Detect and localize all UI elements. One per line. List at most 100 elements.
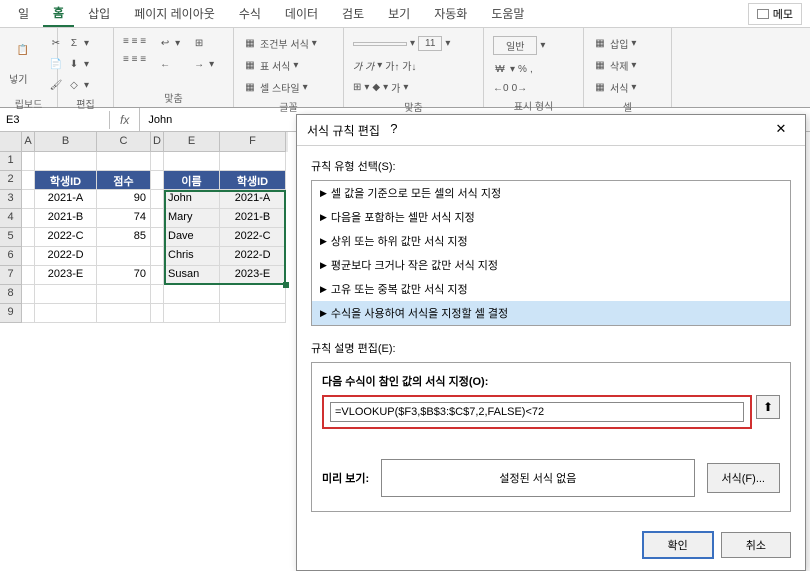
insert-cell-btn[interactable]: ▦삽입▾ [590, 34, 639, 53]
cell-f9[interactable] [220, 304, 286, 323]
table-format-btn[interactable]: ▦표 서식▾ [240, 56, 320, 75]
delete-cell-btn[interactable]: ▦삭제▾ [590, 56, 639, 75]
row-header-1[interactable]: 1 [0, 152, 22, 171]
clear-button[interactable]: ◇▾ [64, 76, 92, 94]
cell-f6[interactable]: 2022-D [220, 247, 286, 266]
cell-e9[interactable] [164, 304, 220, 323]
row-header-6[interactable]: 6 [0, 247, 22, 266]
row-header-8[interactable]: 8 [0, 285, 22, 304]
font-buttons[interactable]: 가 가 ▾ 가↑ 가↓ [350, 56, 453, 75]
memo-button[interactable]: 메모 [748, 3, 802, 25]
cell-style-btn[interactable]: ▦셀 스타일▾ [240, 78, 320, 97]
cell-b4[interactable]: 2021-B [35, 209, 97, 228]
cell-d8[interactable] [151, 285, 164, 304]
tab-data[interactable]: 데이터 [275, 1, 328, 26]
rule-type-item-4[interactable]: ▶고유 또는 중복 값만 서식 지정 [312, 277, 790, 301]
cell-e4[interactable]: Mary [164, 209, 220, 228]
rule-type-item-1[interactable]: ▶다음을 포함하는 셀만 서식 지정 [312, 205, 790, 229]
row-header-4[interactable]: 4 [0, 209, 22, 228]
range-select-button[interactable]: ⬆ [756, 395, 780, 419]
cell-c4[interactable]: 74 [97, 209, 151, 228]
cond-format-btn[interactable]: ▦조건부 서식▾ [240, 34, 320, 53]
tab-review[interactable]: 검토 [332, 1, 374, 26]
rule-formula-input[interactable] [330, 402, 744, 422]
cell-b3[interactable]: 2021-A [35, 190, 97, 209]
row-header-5[interactable]: 5 [0, 228, 22, 247]
fill-button[interactable]: ⬇▾ [64, 55, 92, 73]
format-cell-btn[interactable]: ▦서식▾ [590, 78, 639, 97]
dialog-help-button[interactable]: ? [380, 121, 408, 139]
tab-home[interactable]: 홈 [43, 0, 74, 27]
cell-f4[interactable]: 2021-B [220, 209, 286, 228]
tab-file[interactable]: 일 [8, 1, 39, 26]
cell-d5[interactable] [151, 228, 164, 247]
cell-a9[interactable] [22, 304, 35, 323]
cell-c7[interactable]: 70 [97, 266, 151, 285]
cell-a7[interactable] [22, 266, 35, 285]
cell-a5[interactable] [22, 228, 35, 247]
cell-e1[interactable] [164, 152, 220, 171]
align-left[interactable]: ≡ ≡ ≡ [120, 52, 149, 67]
tab-page-layout[interactable]: 페이지 레이아웃 [124, 1, 225, 26]
selection-handle[interactable] [283, 282, 289, 288]
cell-f2[interactable]: 학생ID [220, 171, 286, 190]
rule-type-item-5[interactable]: ▶수식을 사용하여 서식을 지정할 셀 결정 [312, 301, 790, 325]
cell-e5[interactable]: Dave [164, 228, 220, 247]
cell-b5[interactable]: 2022-C [35, 228, 97, 247]
decimal-btn[interactable]: ←0 0→ [490, 81, 548, 96]
col-header-e[interactable]: E [164, 132, 220, 152]
cell-c1[interactable] [97, 152, 151, 171]
cell-d6[interactable] [151, 247, 164, 266]
cell-e6[interactable]: Chris [164, 247, 220, 266]
paste-button[interactable]: 📋 [6, 34, 40, 66]
dialog-close-button[interactable]: ✕ [767, 121, 795, 139]
tab-formulas[interactable]: 수식 [229, 1, 271, 26]
cell-c9[interactable] [97, 304, 151, 323]
cell-c3[interactable]: 90 [97, 190, 151, 209]
row-header-9[interactable]: 9 [0, 304, 22, 323]
col-header-f[interactable]: F [220, 132, 286, 152]
cell-f8[interactable] [220, 285, 286, 304]
cell-c6[interactable] [97, 247, 151, 266]
cell-b1[interactable] [35, 152, 97, 171]
tab-help[interactable]: 도움말 [481, 1, 534, 26]
indent-dec[interactable]: ← [155, 55, 183, 73]
col-header-a[interactable]: A [22, 132, 35, 152]
rule-type-item-2[interactable]: ▶상위 또는 하위 값만 서식 지정 [312, 229, 790, 253]
cell-a2[interactable] [22, 171, 35, 190]
cell-e8[interactable] [164, 285, 220, 304]
cell-a6[interactable] [22, 247, 35, 266]
row-header-2[interactable]: 2 [0, 171, 22, 190]
font-family[interactable]: ▾ 11▾ [350, 34, 453, 53]
wrap-text[interactable]: ↩▾ [155, 34, 183, 52]
row-header-7[interactable]: 7 [0, 266, 22, 285]
cell-c8[interactable] [97, 285, 151, 304]
cell-f1[interactable] [220, 152, 286, 171]
merge[interactable]: ⊞ [189, 34, 217, 52]
cell-a8[interactable] [22, 285, 35, 304]
row-header-3[interactable]: 3 [0, 190, 22, 209]
currency-btn[interactable]: ₩▾ % , [490, 60, 548, 78]
sum-button[interactable]: Σ▾ [64, 34, 92, 52]
dialog-titlebar[interactable]: 서식 규칙 편집 ? ✕ [297, 115, 805, 146]
cell-f3[interactable]: 2021-A [220, 190, 286, 209]
cell-b6[interactable]: 2022-D [35, 247, 97, 266]
cell-a1[interactable] [22, 152, 35, 171]
tab-insert[interactable]: 삽입 [78, 1, 120, 26]
col-header-c[interactable]: C [97, 132, 151, 152]
cell-f7[interactable]: 2023-E [220, 266, 286, 285]
cell-b9[interactable] [35, 304, 97, 323]
ok-button[interactable]: 확인 [643, 532, 713, 558]
tab-view[interactable]: 보기 [378, 1, 420, 26]
cell-b8[interactable] [35, 285, 97, 304]
col-header-d[interactable]: D [151, 132, 164, 152]
cell-b7[interactable]: 2023-E [35, 266, 97, 285]
cell-d2[interactable] [151, 171, 164, 190]
cell-b2[interactable]: 학생ID [35, 171, 97, 190]
cell-e3[interactable]: John [164, 190, 220, 209]
cell-a4[interactable] [22, 209, 35, 228]
cell-a3[interactable] [22, 190, 35, 209]
font-border[interactable]: ⊞▾ ◆▾ 가▾ [350, 78, 453, 97]
cell-e2[interactable]: 이름 [164, 171, 220, 190]
cell-e7[interactable]: Susan [164, 266, 220, 285]
